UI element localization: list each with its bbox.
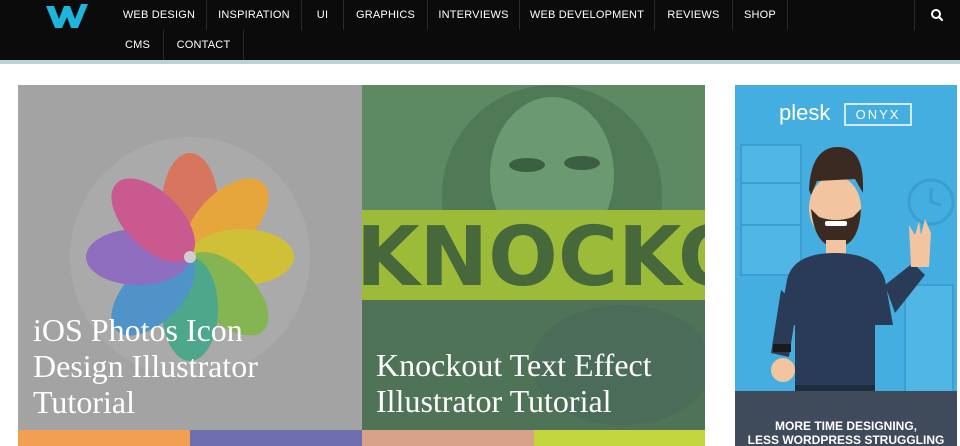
featured-post-knockout[interactable]: KNOCKOUT Knockout Text Effect Illustrato…	[362, 85, 705, 446]
w-logo-icon	[46, 4, 88, 28]
site-logo[interactable]	[40, 0, 96, 30]
main-menu: WEB DESIGN INSPIRATION UI GRAPHICS INTER…	[112, 0, 802, 60]
search-icon	[931, 9, 944, 22]
search-button[interactable]	[914, 0, 960, 30]
plesk-ad-illustration	[735, 85, 957, 446]
next-row-preview	[18, 430, 705, 446]
nav-item-web-design[interactable]: WEB DESIGN	[112, 0, 207, 30]
nav-item-interviews[interactable]: INTERVIEWS	[428, 0, 520, 30]
ad-tagline: MORE TIME DESIGNING, LESS WORDPRESS STRU…	[747, 419, 945, 446]
ad-brand-plesk: plesk	[779, 100, 831, 125]
featured-post-title: iOS Photos Icon Design Illustrator Tutor…	[33, 312, 258, 420]
knockout-image-text: KNOCKOUT	[362, 210, 705, 305]
nav-item-inspiration[interactable]: INSPIRATION	[207, 0, 302, 30]
nav-item-graphics[interactable]: GRAPHICS	[344, 0, 428, 30]
nav-item-ui[interactable]: UI	[302, 0, 344, 30]
nav-item-cms[interactable]: CMS	[112, 30, 164, 60]
nav-item-reviews[interactable]: REVIEWS	[655, 0, 733, 30]
top-navigation: WEB DESIGN INSPIRATION UI GRAPHICS INTER…	[0, 0, 960, 60]
featured-post-title: Knockout Text Effect Illustrator Tutoria…	[376, 347, 652, 419]
nav-item-shop[interactable]: SHOP	[733, 0, 788, 30]
plesk-onyx-ad[interactable]: plesk ONYX MORE TIME DESIGNING, LESS WOR…	[735, 85, 957, 446]
nav-item-contact[interactable]: CONTACT	[164, 30, 244, 60]
nav-item-web-development[interactable]: WEB DEVELOPMENT	[520, 0, 655, 30]
featured-post-ios-photos[interactable]: iOS Photos Icon Design Illustrator Tutor…	[18, 85, 362, 446]
ad-brand-onyx: ONYX	[855, 107, 901, 122]
